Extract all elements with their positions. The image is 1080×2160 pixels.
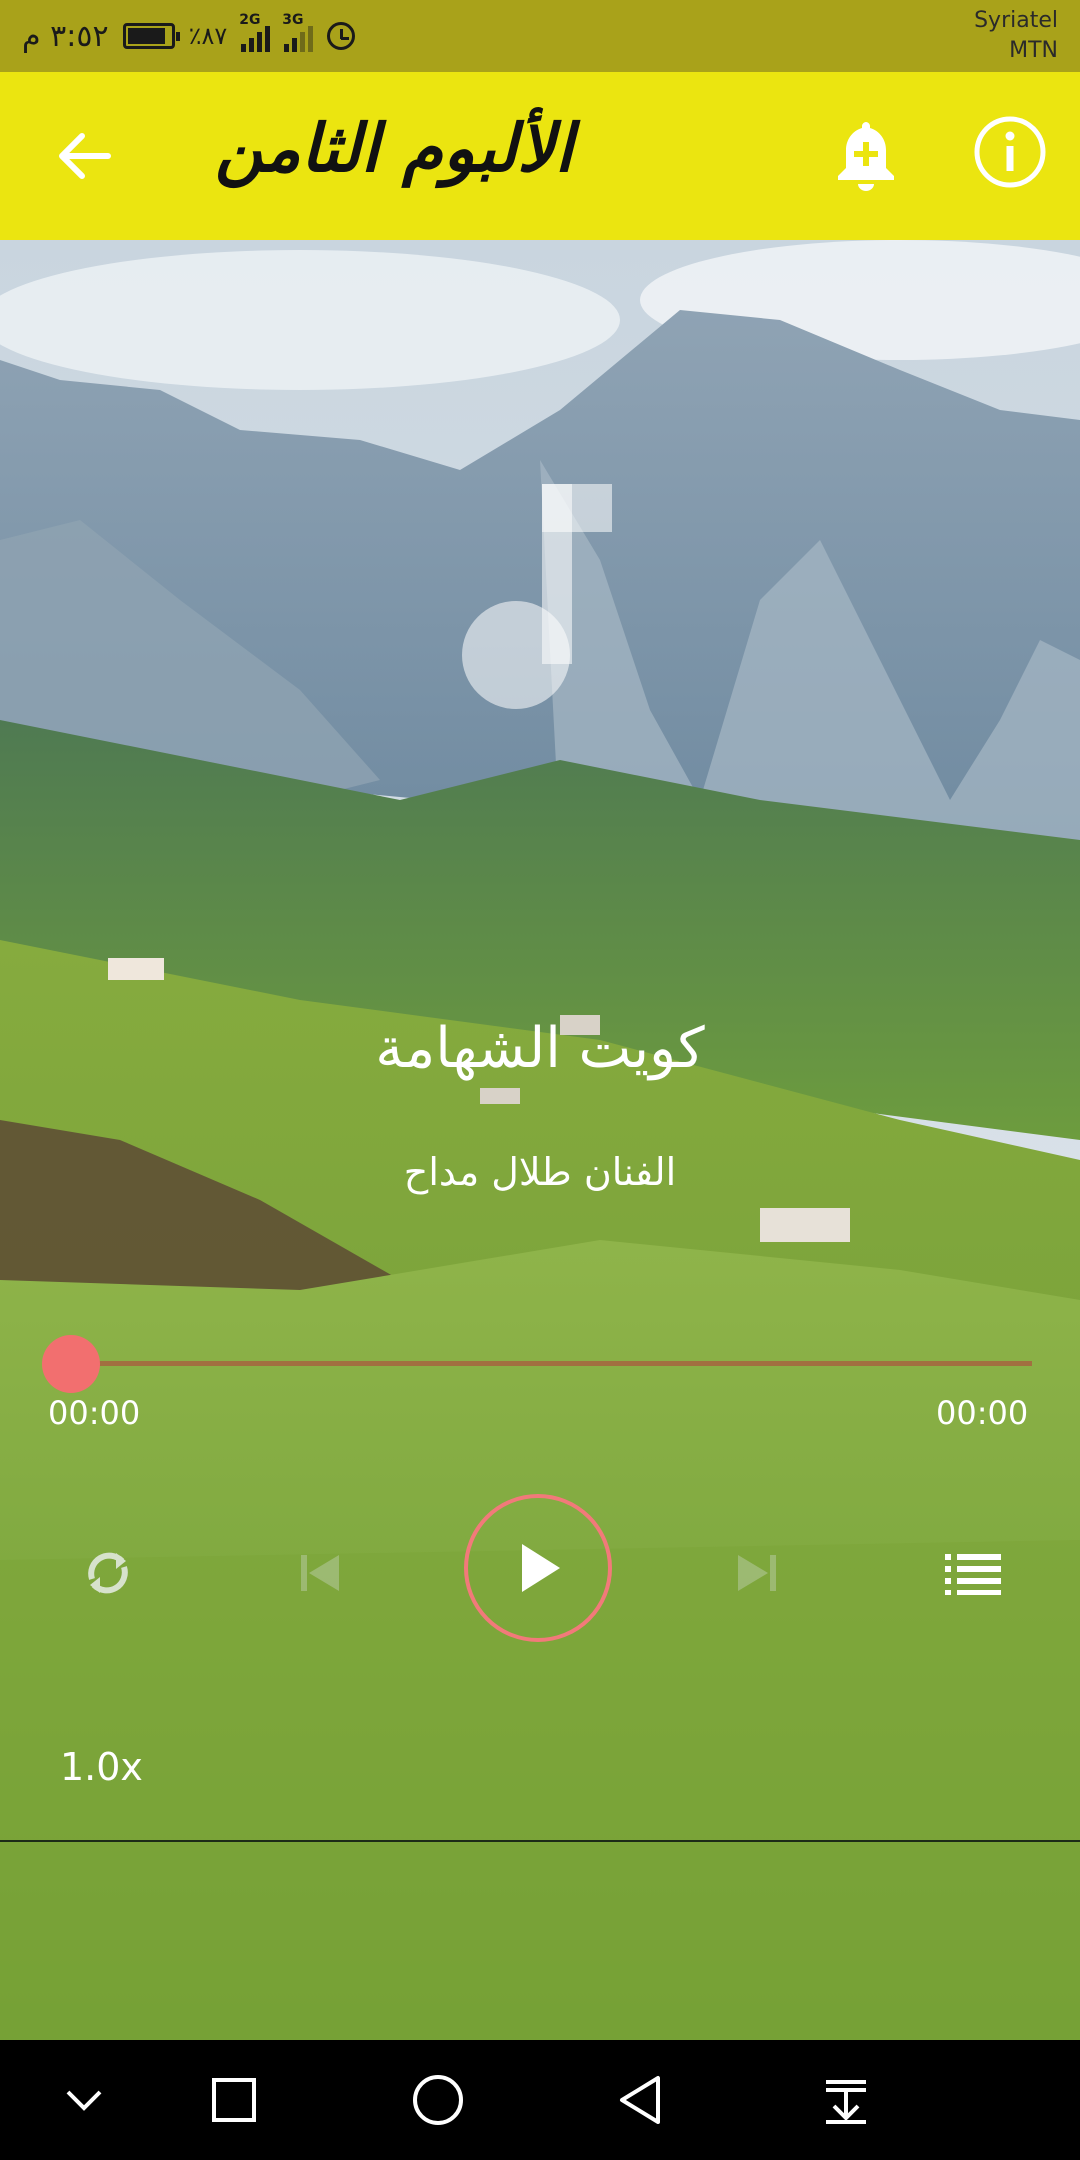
status-bar: ٣:٥٢ م ٪٨٧ 2G 3G Syriatel MTN [0, 0, 1080, 72]
system-nav-bar [0, 2040, 1080, 2160]
seek-thumb[interactable] [42, 1335, 100, 1393]
network-type-2: 3G [282, 12, 304, 28]
previous-button[interactable] [285, 1540, 355, 1606]
carrier-line1: Syriatel [974, 8, 1058, 33]
music-note-icon [460, 480, 640, 720]
repeat-button[interactable] [70, 1535, 146, 1611]
nav-recents-button[interactable] [194, 2060, 274, 2140]
play-icon [522, 1544, 560, 1592]
download-arrow-icon [826, 2080, 866, 2124]
back-button[interactable] [48, 118, 124, 194]
repeat-icon [88, 1552, 128, 1594]
battery-percent: ٪٨٧ [188, 22, 228, 50]
seek-track[interactable] [70, 1361, 1032, 1366]
add-notification-button[interactable] [826, 114, 906, 194]
skip-previous-icon [301, 1555, 339, 1591]
duration-time: 00:00 [936, 1394, 1029, 1432]
signal-icon: 2G [239, 12, 271, 52]
signal-icon-2: 3G [282, 12, 314, 52]
alarm-icon [327, 22, 356, 50]
page-title: الألبوم الثامن [215, 110, 574, 187]
divider [0, 1840, 1080, 1842]
carrier-line2: MTN [1009, 38, 1058, 63]
nav-home-button[interactable] [398, 2060, 478, 2140]
nav-notifications-button[interactable] [806, 2060, 886, 2140]
next-button[interactable] [722, 1540, 792, 1606]
playlist-button[interactable] [940, 1540, 1006, 1606]
network-type-1: 2G [239, 12, 261, 28]
track-title: كويت الشهامة [375, 1016, 705, 1081]
playlist-icon [945, 1554, 1001, 1595]
square-icon [212, 2078, 256, 2122]
current-time: 00:00 [48, 1394, 141, 1432]
skip-next-icon [738, 1555, 776, 1591]
triangle-back-icon [620, 2076, 660, 2124]
bell-plus-icon [838, 122, 894, 191]
seek-bar[interactable] [42, 1335, 1032, 1393]
info-button[interactable] [972, 114, 1048, 190]
play-button[interactable] [464, 1494, 612, 1642]
app-bar: الألبوم الثامن [0, 72, 1080, 240]
track-artist: الفنان طلال مداح [403, 1150, 677, 1194]
info-icon [974, 116, 1046, 188]
arrow-left-icon [59, 133, 111, 179]
carrier-info: Syriatel MTN [974, 6, 1058, 66]
circle-home-icon [413, 2075, 463, 2125]
nav-collapse-button[interactable] [44, 2060, 124, 2140]
chevron-down-icon [66, 2090, 102, 2111]
playback-speed[interactable]: 1.0x [60, 1745, 143, 1789]
status-left-group: ٣:٥٢ م ٪٨٧ 2G 3G [22, 12, 356, 58]
status-time: ٣:٥٢ م [22, 18, 109, 54]
battery-icon [122, 23, 180, 49]
nav-back-button[interactable] [602, 2060, 682, 2140]
